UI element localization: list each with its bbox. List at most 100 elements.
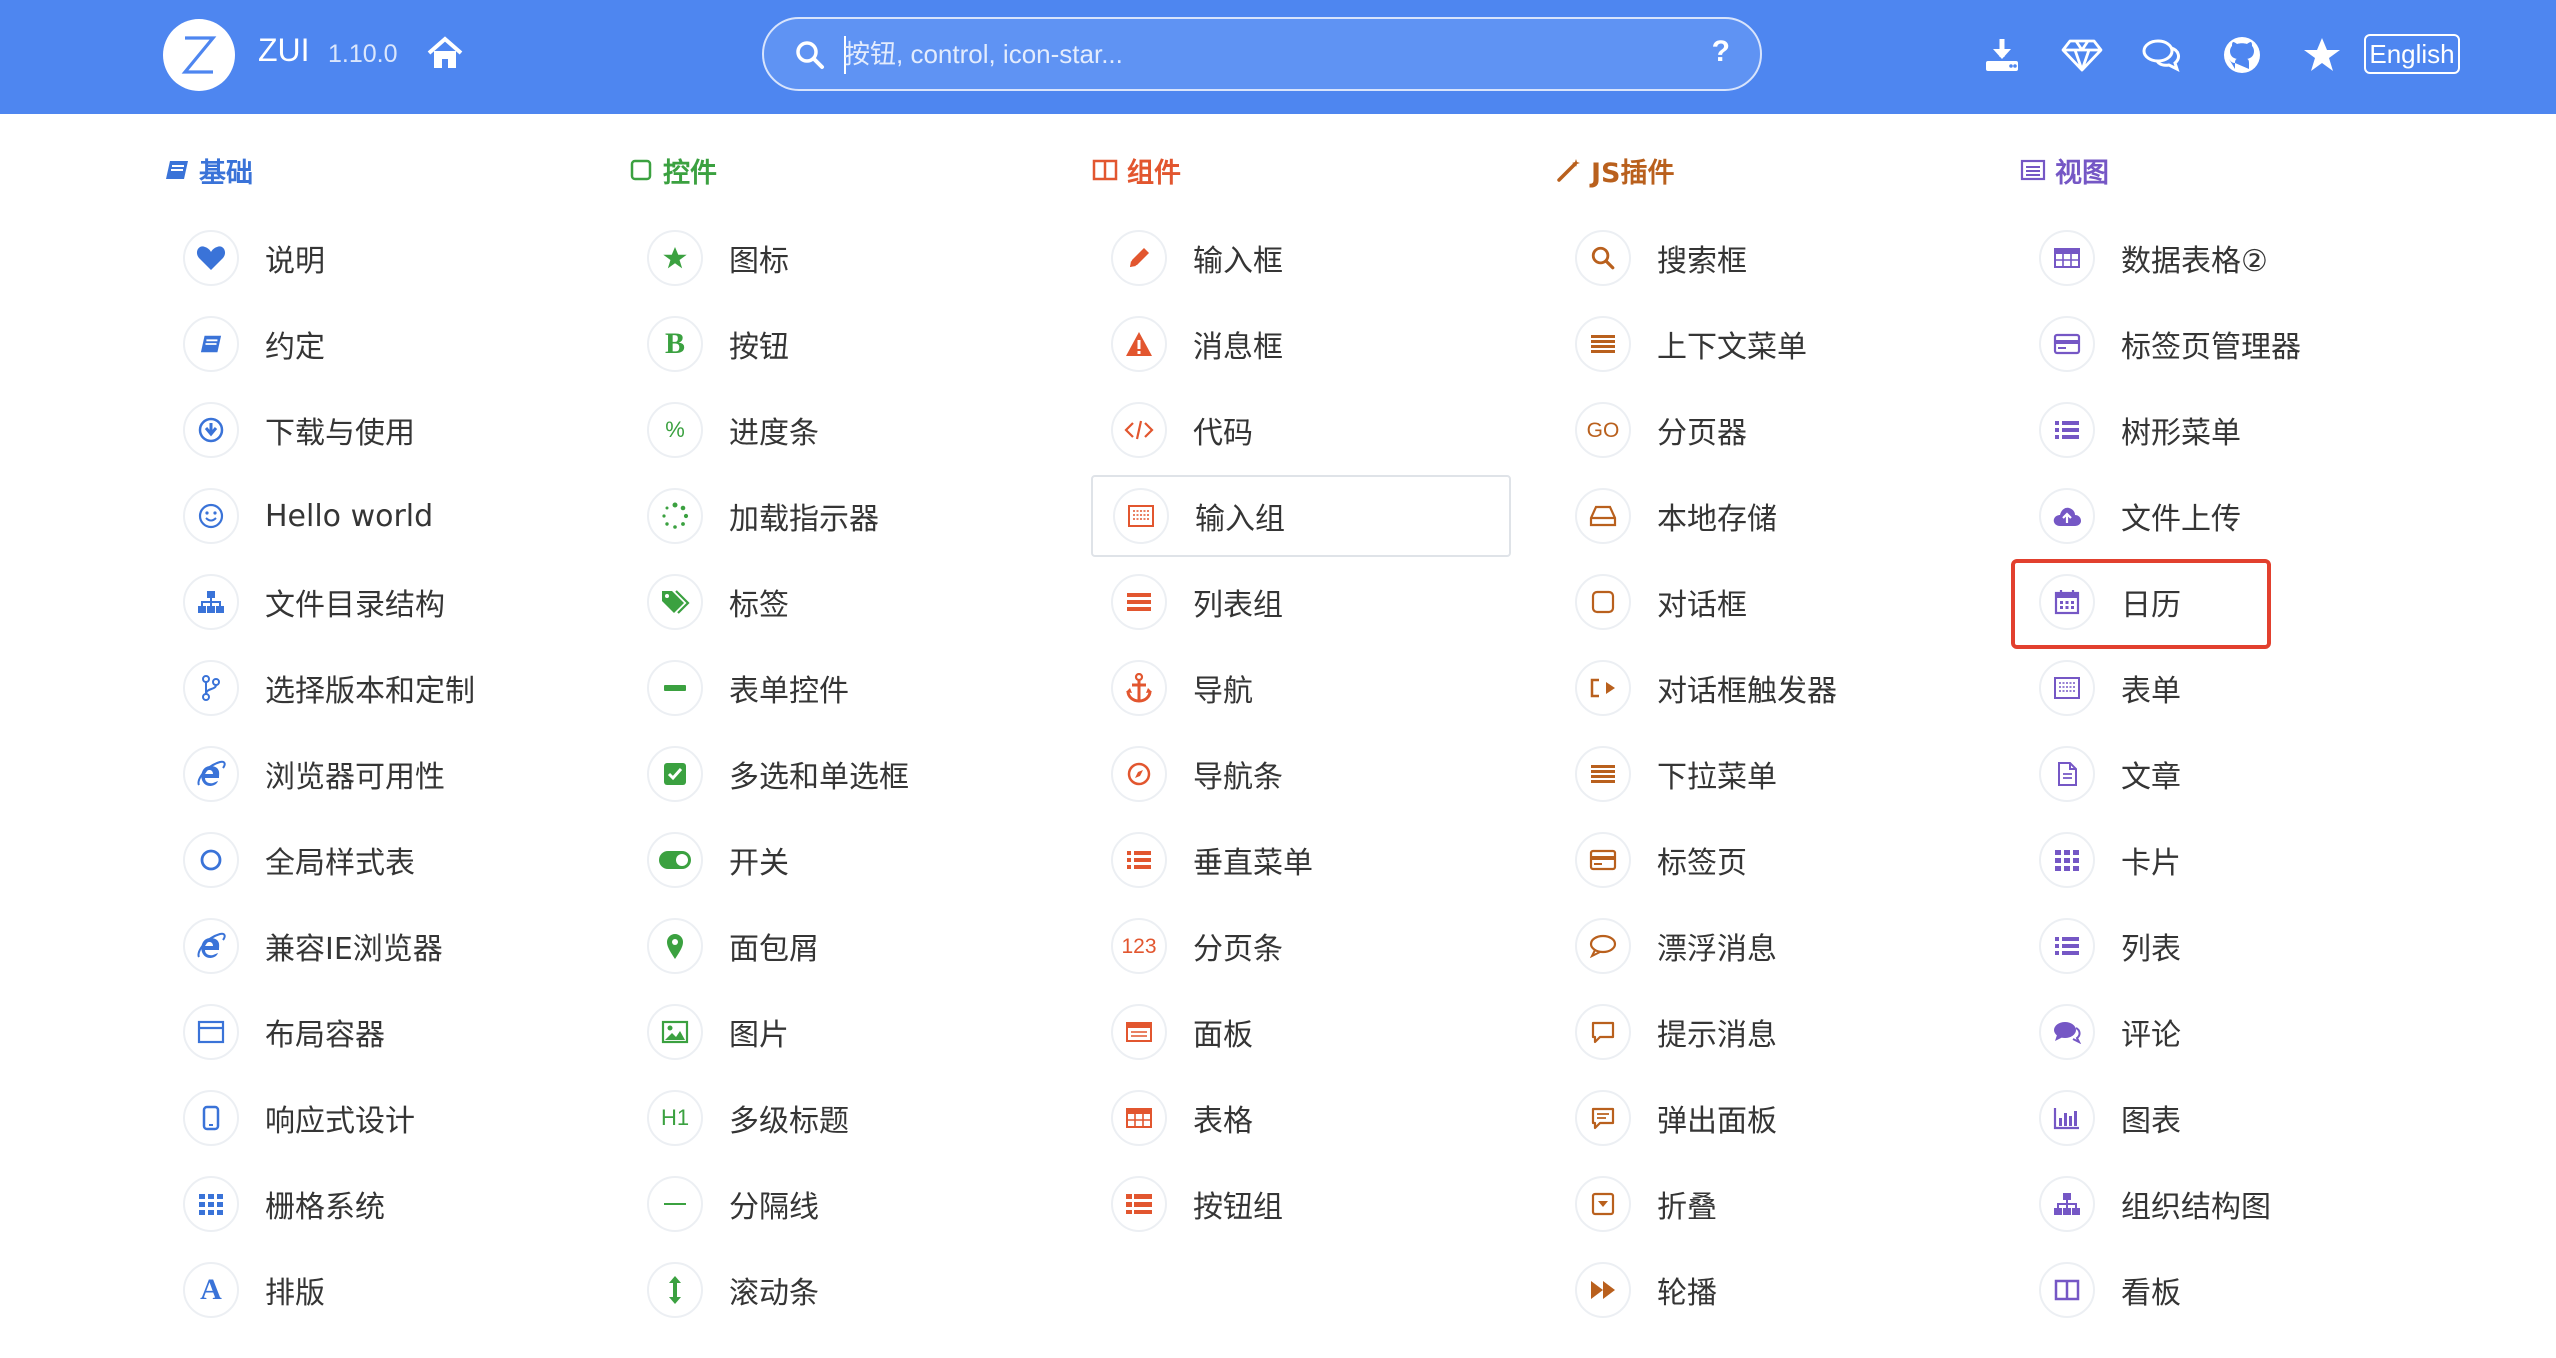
section-header-views[interactable]: 视图 [2019,150,2109,190]
nav-item-datatable[interactable]: 数据表格② [2019,217,2439,299]
item-label: 输入框 [1193,244,1283,279]
nav-item-icons[interactable]: 图标 [627,217,1047,299]
zui-logo[interactable] [163,19,235,91]
nav-item-form-controls[interactable]: 表单控件 [627,647,1047,729]
nav-item-list[interactable]: 列表 [2019,905,2439,987]
nav-item-comments[interactable]: 评论 [2019,991,2439,1073]
ie-icon [183,746,239,802]
window-icon [183,1004,239,1060]
nav-item-list-group[interactable]: 列表组 [1091,561,1511,643]
list-icon [1111,574,1167,630]
nav-item-tree-menu[interactable]: 树形菜单 [2019,389,2439,471]
nav-item-headings[interactable]: H1 多级标题 [627,1077,1047,1159]
nav-item-images[interactable]: 图片 [627,991,1047,1073]
nav-item-nav[interactable]: 导航 [1091,647,1511,729]
nav-item-responsive[interactable]: 响应式设计 [163,1077,583,1159]
search-icon [1575,230,1631,286]
nav-item-file-upload[interactable]: 文件上传 [2019,475,2439,557]
nav-item-messager[interactable]: 漂浮消息 [1555,905,1975,987]
nav-item-instructions[interactable]: 说明 [163,217,583,299]
table-icon [1111,1090,1167,1146]
item-label: 消息框 [1193,330,1283,365]
nav-item-tab-manager[interactable]: 标签页管理器 [2019,303,2439,385]
help-button[interactable]: ? [1712,35,1730,69]
item-label: 图片 [729,1018,789,1053]
nav-item-file-structure[interactable]: 文件目录结构 [163,561,583,643]
search-input[interactable] [844,29,1664,79]
github-icon[interactable] [2221,34,2263,76]
nav-item-button-group[interactable]: 按钮组 [1091,1163,1511,1245]
nav-item-charts[interactable]: 图表 [2019,1077,2439,1159]
item-label: 漂浮消息 [1657,932,1777,967]
nav-item-context-menu[interactable]: 上下文菜单 [1555,303,1975,385]
nav-item-alert[interactable]: 消息框 [1091,303,1511,385]
nav-item-vertical-menu[interactable]: 垂直菜单 [1091,819,1511,901]
brand-name[interactable]: ZUI [258,32,310,69]
nav-item-searchbox[interactable]: 搜索框 [1555,217,1975,299]
nav-item-loader[interactable]: 加载指示器 [627,475,1047,557]
chat-icon[interactable] [2141,34,2183,76]
nav-item-form[interactable]: 表单 [2019,647,2439,729]
nav-item-org-chart[interactable]: 组织结构图 [2019,1163,2439,1245]
nav-item-tooltip[interactable]: 提示消息 [1555,991,1975,1073]
nav-item-dropdown[interactable]: 下拉菜单 [1555,733,1975,815]
nav-item-ie-compat[interactable]: 兼容IE浏览器 [163,905,583,987]
download-circle-icon [183,402,239,458]
nav-item-breadcrumb[interactable]: 面包屑 [627,905,1047,987]
nav-item-code[interactable]: 代码 [1091,389,1511,471]
nav-item-progress[interactable]: % 进度条 [627,389,1047,471]
circle-outline-icon [183,832,239,888]
nav-item-tabs[interactable]: 标签页 [1555,819,1975,901]
nav-item-local-storage[interactable]: 本地存储 [1555,475,1975,557]
star-icon[interactable] [2301,34,2343,76]
nav-item-labels[interactable]: 标签 [627,561,1047,643]
columns-icon [1091,156,1119,184]
section-header-components[interactable]: 组件 [1091,150,1181,190]
grid-icon [2039,832,2095,888]
section-header-controls[interactable]: 控件 [627,150,717,190]
nav-item-kanban[interactable]: 看板 [2019,1249,2439,1331]
nav-item-modal-trigger[interactable]: 对话框触发器 [1555,647,1975,729]
nav-item-typography[interactable]: A 排版 [163,1249,583,1331]
section-header-js-plugins[interactable]: JS插件 [1555,150,1675,190]
nav-item-divider[interactable]: 分隔线 [627,1163,1047,1245]
nav-item-conventions[interactable]: 约定 [163,303,583,385]
nav-item-article[interactable]: 文章 [2019,733,2439,815]
diamond-icon[interactable] [2061,34,2103,76]
search-box[interactable]: ? [762,17,1762,91]
nav-item-scrollbar[interactable]: 滚动条 [627,1249,1047,1331]
chat-bubble-icon [1575,918,1631,974]
nav-item-popover[interactable]: 弹出面板 [1555,1077,1975,1159]
nav-item-table[interactable]: 表格 [1091,1077,1511,1159]
nav-item-layout-container[interactable]: 布局容器 [163,991,583,1073]
nav-item-pager[interactable]: 123 分页条 [1091,905,1511,987]
vertical-arrows-icon [647,1262,703,1318]
nav-item-panel[interactable]: 面板 [1091,991,1511,1073]
nav-item-global-styles[interactable]: 全局样式表 [163,819,583,901]
item-label: 文件上传 [2121,502,2241,537]
nav-item-input-group[interactable]: 输入组 [1091,475,1511,557]
nav-item-buttons[interactable]: B 按钮 [627,303,1047,385]
popover-icon [1575,1090,1631,1146]
nav-item-grid-system[interactable]: 栅格系统 [163,1163,583,1245]
section-header-basic[interactable]: 基础 [163,150,253,190]
nav-item-calendar[interactable]: 日历 [2011,559,2439,649]
item-label: 标签 [729,588,789,623]
nav-item-carousel[interactable]: 轮播 [1555,1249,1975,1331]
nav-item-hello-world[interactable]: Hello world [163,475,583,557]
nav-item-checkbox-radio[interactable]: 多选和单选框 [627,733,1047,815]
language-switch-button[interactable]: English [2364,34,2460,74]
download-icon[interactable] [1981,34,2023,76]
nav-item-custom-build[interactable]: 选择版本和定制 [163,647,583,729]
nav-item-navbar[interactable]: 导航条 [1091,733,1511,815]
home-icon[interactable] [426,36,466,76]
comments-icon [2039,1004,2095,1060]
nav-item-switch[interactable]: 开关 [627,819,1047,901]
nav-item-input[interactable]: 输入框 [1091,217,1511,299]
nav-item-browser-support[interactable]: 浏览器可用性 [163,733,583,815]
nav-item-cards[interactable]: 卡片 [2019,819,2439,901]
nav-item-collapse[interactable]: 折叠 [1555,1163,1975,1245]
nav-item-modal[interactable]: 对话框 [1555,561,1975,643]
nav-item-pagination[interactable]: GO 分页器 [1555,389,1975,471]
nav-item-download[interactable]: 下载与使用 [163,389,583,471]
